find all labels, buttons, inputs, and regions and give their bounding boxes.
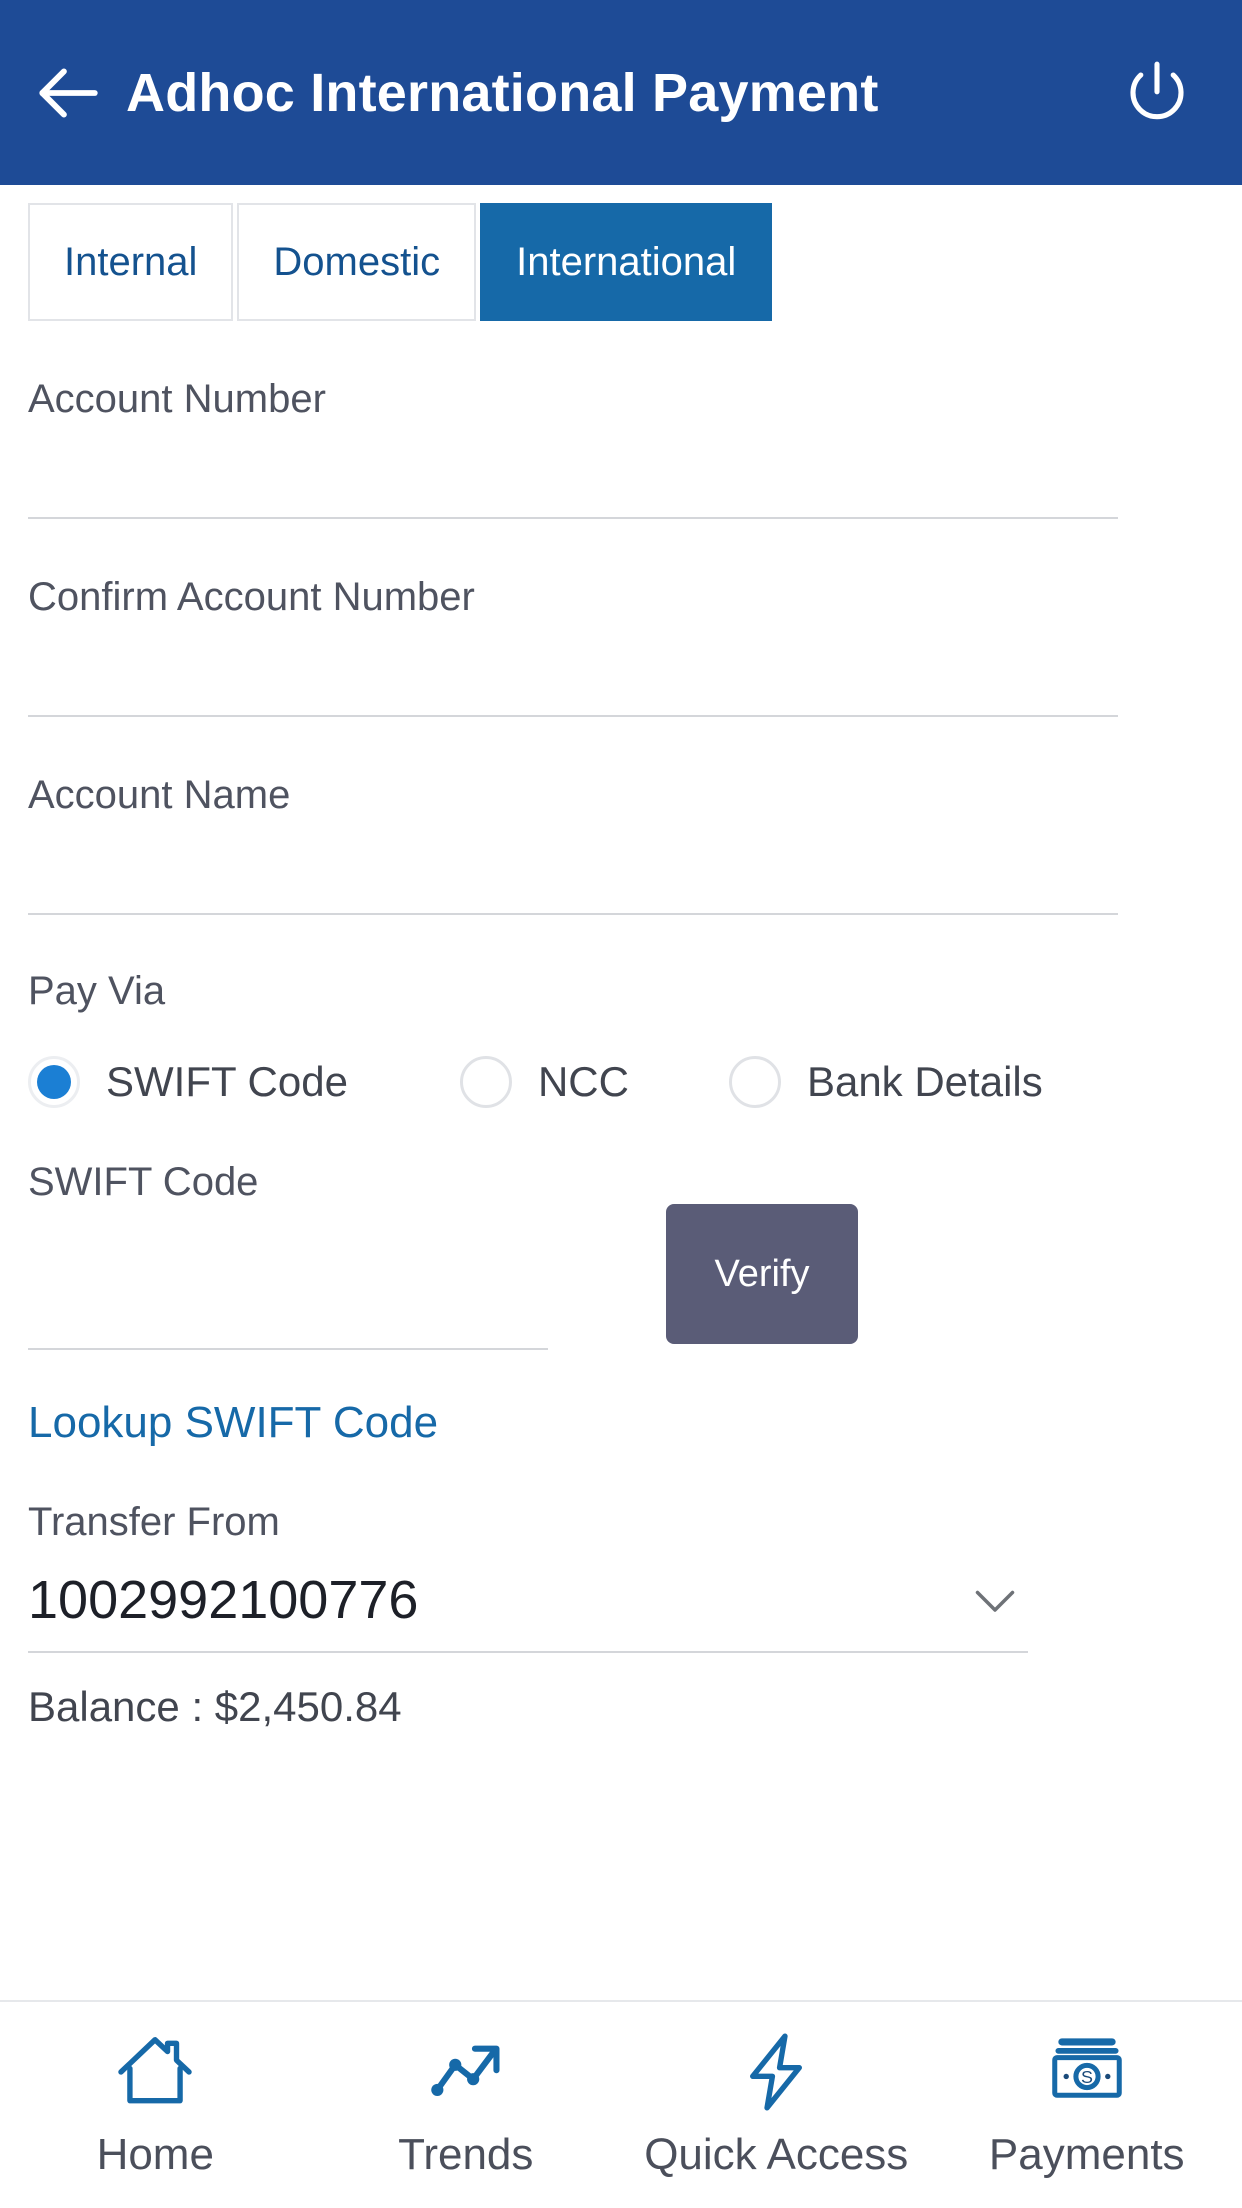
app-header: Adhoc International Payment <box>0 0 1242 185</box>
account-number-field-group: Account Number <box>28 321 1242 519</box>
account-name-label: Account Name <box>28 773 291 817</box>
transfer-from-group: Transfer From 1002992100776 Balance : $2… <box>28 1448 1242 1731</box>
nav-item-quick-access-label: Quick Access <box>644 2130 909 2179</box>
swift-code-field <box>28 1252 548 1350</box>
nav-item-trends-label: Trends <box>398 2130 534 2179</box>
radio-option-swift-code[interactable]: SWIFT Code <box>28 1056 348 1108</box>
lightning-bolt-icon <box>733 2024 819 2120</box>
back-arrow-icon[interactable] <box>30 56 104 130</box>
home-icon <box>112 2024 198 2120</box>
tab-internal-label: Internal <box>64 239 198 284</box>
radio-bank-details-circle[interactable] <box>728 1056 781 1108</box>
transfer-from-underline <box>28 1651 1028 1653</box>
confirm-account-number-input[interactable] <box>28 619 1118 715</box>
chevron-down-icon[interactable] <box>962 1567 1028 1633</box>
transfer-from-value: 1002992100776 <box>28 1570 419 1630</box>
verify-button[interactable]: Verify <box>666 1204 858 1344</box>
lookup-swift-code-link[interactable]: Lookup SWIFT Code <box>28 1398 438 1448</box>
nav-item-home-label: Home <box>96 2130 214 2179</box>
account-number-input[interactable] <box>28 421 1118 517</box>
page-title: Adhoc International Payment <box>126 62 879 123</box>
power-icon[interactable] <box>1118 54 1196 132</box>
radio-swift-code-dot <box>37 1065 71 1099</box>
pay-via-label: Pay Via <box>28 969 166 1013</box>
tab-international[interactable]: International <box>480 203 773 321</box>
transfer-from-select[interactable]: 1002992100776 <box>28 1567 1028 1633</box>
tab-internal[interactable]: Internal <box>28 203 234 321</box>
radio-swift-code-label: SWIFT Code <box>106 1058 348 1105</box>
nav-item-quick-access[interactable]: Quick Access <box>621 2024 932 2180</box>
swift-code-row: Verify <box>28 1204 1242 1350</box>
account-name-field-group: Account Name <box>28 717 1242 915</box>
radio-ncc-label: NCC <box>537 1058 629 1105</box>
pay-via-radio-row: SWIFT Code NCC Bank Details <box>28 1056 1242 1108</box>
trend-line-icon <box>423 2024 509 2120</box>
radio-ncc-circle[interactable] <box>459 1056 512 1108</box>
swift-code-label: SWIFT Code <box>28 1160 259 1204</box>
pay-via-group: Pay Via SWIFT Code NCC Bank Details <box>28 915 1242 1108</box>
radio-option-ncc[interactable]: NCC <box>459 1056 629 1108</box>
swift-code-group: SWIFT Code Verify Lookup SWIFT Code <box>28 1108 1242 1448</box>
transfer-type-tabs: Internal Domestic International <box>0 185 1242 321</box>
account-balance-text: Balance : $2,450.84 <box>28 1683 402 1730</box>
radio-swift-code-circle[interactable] <box>28 1056 80 1108</box>
radio-option-bank-details[interactable]: Bank Details <box>728 1056 1043 1108</box>
account-name-input[interactable] <box>28 817 1118 913</box>
svg-text:S: S <box>1081 2067 1093 2087</box>
tab-international-label: International <box>516 239 737 284</box>
nav-item-trends[interactable]: Trends <box>311 2024 622 2180</box>
tab-domestic-label: Domestic <box>273 239 441 284</box>
swift-code-underline <box>28 1348 548 1350</box>
bottom-navigation: Home Trends Quick Access S Payments <box>0 2000 1242 2208</box>
transfer-from-label: Transfer From <box>28 1500 280 1544</box>
radio-bank-details-label: Bank Details <box>806 1058 1043 1105</box>
nav-item-payments-label: Payments <box>988 2130 1185 2179</box>
nav-item-payments[interactable]: S Payments <box>932 2024 1242 2180</box>
confirm-account-number-label: Confirm Account Number <box>28 575 475 619</box>
account-number-label: Account Number <box>28 377 326 421</box>
confirm-account-number-field-group: Confirm Account Number <box>28 519 1242 717</box>
banknote-icon: S <box>1044 2024 1130 2120</box>
tab-domestic[interactable]: Domestic <box>237 203 477 321</box>
nav-item-home[interactable]: Home <box>0 2024 311 2180</box>
payment-form: Account Number Confirm Account Number Ac… <box>0 321 1242 1731</box>
swift-code-input[interactable] <box>28 1252 548 1348</box>
